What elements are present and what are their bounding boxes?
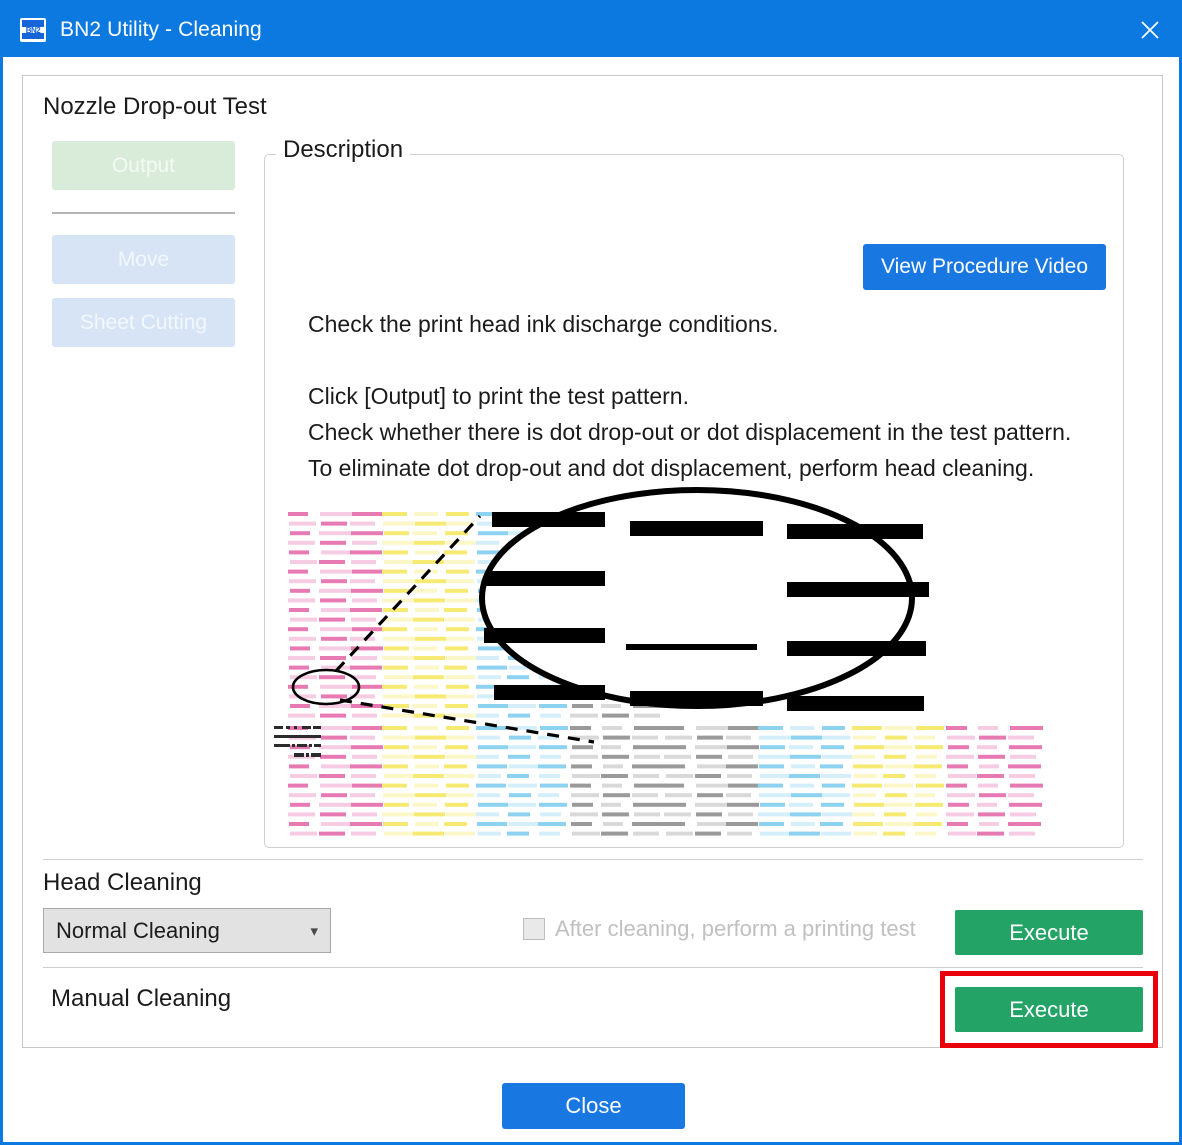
- printing-test-checkbox[interactable]: [523, 918, 545, 940]
- dialog-window: BN2 BN2 Utility - Cleaning Nozzle Drop-o…: [0, 0, 1182, 1145]
- app-icon-glyph: BN2: [25, 26, 41, 35]
- nozzle-test-pattern-illustration: [264, 474, 1122, 844]
- title-bar: BN2 BN2 Utility - Cleaning: [3, 3, 1179, 57]
- sheet-cutting-button[interactable]: Sheet Cutting: [52, 298, 235, 347]
- manual-cleaning-execute-button[interactable]: Execute: [955, 987, 1143, 1032]
- view-procedure-video-button[interactable]: View Procedure Video: [862, 244, 1106, 290]
- close-icon[interactable]: [1121, 3, 1179, 57]
- cleaning-mode-select[interactable]: Normal Cleaning ▾: [43, 908, 331, 953]
- printing-test-checkbox-row[interactable]: After cleaning, perform a printing test: [523, 916, 916, 942]
- output-button[interactable]: Output: [52, 141, 235, 190]
- head-cleaning-label: Head Cleaning: [43, 869, 202, 896]
- main-panel: Nozzle Drop-out Test Output Move Sheet C…: [22, 75, 1163, 1048]
- description-content: View Procedure Video Check the print hea…: [264, 154, 1124, 848]
- head-cleaning-execute-button[interactable]: Execute: [955, 910, 1143, 955]
- printing-test-checkbox-label: After cleaning, perform a printing test: [555, 916, 916, 941]
- move-button[interactable]: Move: [52, 235, 235, 284]
- close-button[interactable]: Close: [502, 1083, 685, 1129]
- left-button-column: Output Move Sheet Cutting: [52, 141, 235, 347]
- description-text: Check the print head ink discharge condi…: [308, 311, 1072, 481]
- divider-head-cleaning: [43, 859, 1143, 860]
- chevron-down-icon: ▾: [310, 922, 318, 940]
- bn2-app-icon: BN2: [20, 18, 46, 42]
- divider-manual-cleaning: [43, 967, 1143, 968]
- window-title: BN2 Utility - Cleaning: [60, 18, 262, 41]
- cleaning-mode-value: Normal Cleaning: [56, 917, 220, 943]
- manual-cleaning-label: Manual Cleaning: [51, 985, 232, 1012]
- page-title: Nozzle Drop-out Test: [43, 93, 267, 120]
- nav-divider: [52, 212, 235, 214]
